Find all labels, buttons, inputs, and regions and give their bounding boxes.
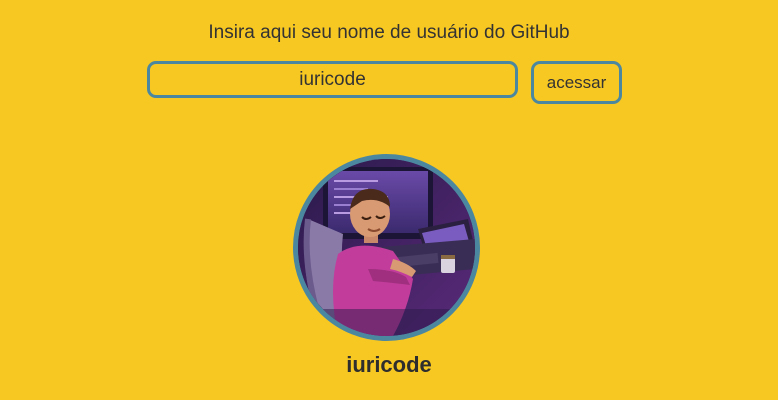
avatar — [293, 154, 480, 341]
search-row: acessar — [147, 61, 622, 104]
avatar-illustration — [298, 159, 475, 336]
search-prompt: Insira aqui seu nome de usuário do GitHu… — [208, 22, 570, 43]
username-input[interactable] — [147, 61, 518, 98]
access-button[interactable]: acessar — [531, 61, 622, 104]
profile-username: iuricode — [346, 352, 432, 377]
page: Insira aqui seu nome de usuário do GitHu… — [0, 0, 778, 400]
